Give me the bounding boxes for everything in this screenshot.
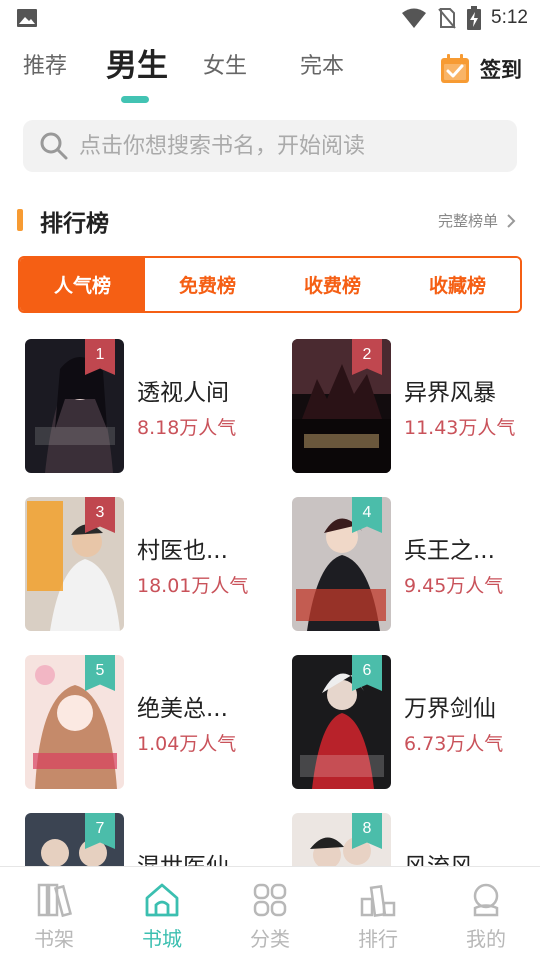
status-bar: 5:12 <box>0 0 540 36</box>
book-title: 异界风暴 <box>404 380 496 406</box>
book-cover: 1 <box>25 339 124 473</box>
section-accent-bar <box>17 209 23 231</box>
book-popularity: 9.45万人气 <box>404 575 504 597</box>
ranking-book-grid: 1 透视人间 8.18万人气 2 异界风暴 11.43万人气 3 村医也... … <box>0 339 540 867</box>
battery-charging-icon <box>467 6 482 30</box>
ranking-section-header: 排行榜 完整榜单 <box>0 200 540 240</box>
book-item[interactable]: 4 兵王之... 9.45万人气 <box>292 497 540 633</box>
search-icon <box>40 132 68 160</box>
section-title: 排行榜 <box>40 211 109 237</box>
nav-category[interactable]: 分类 <box>216 867 324 960</box>
chevron-right-icon <box>507 213 516 228</box>
profile-icon <box>473 883 499 917</box>
book-cover: 3 <box>25 497 124 631</box>
book-item[interactable]: 2 异界风暴 11.43万人气 <box>292 339 540 475</box>
book-title: 绝美总... <box>137 696 228 722</box>
rank-tab-paid[interactable]: 收费榜 <box>270 258 395 311</box>
no-sim-icon <box>438 8 456 29</box>
rank-tab-favorites[interactable]: 收藏榜 <box>395 258 520 311</box>
book-item[interactable]: 1 透视人间 8.18万人气 <box>25 339 285 475</box>
rank-tab-free[interactable]: 免费榜 <box>145 258 270 311</box>
top-tab-bar: 推荐 男生 女生 完本 签到 <box>0 44 540 104</box>
search-input[interactable] <box>79 133 499 159</box>
book-item[interactable]: 6 万界剑仙 6.73万人气 <box>292 655 540 791</box>
home-icon <box>145 883 179 917</box>
nav-profile[interactable]: 我的 <box>432 867 540 960</box>
rank-tab-popular[interactable]: 人气榜 <box>20 258 145 311</box>
ranking-podium-icon <box>360 885 396 917</box>
book-popularity: 8.18万人气 <box>137 417 237 439</box>
book-item[interactable]: 7 混世医仙 <box>25 813 285 867</box>
nav-bookstore[interactable]: 书城 <box>108 867 216 960</box>
nav-label: 我的 <box>466 927 506 951</box>
nav-label: 书城 <box>142 927 182 951</box>
book-cover: 4 <box>292 497 391 631</box>
clock-time: 5:12 <box>491 7 528 28</box>
full-ranking-link[interactable]: 完整榜单 <box>438 210 516 231</box>
nav-label: 书架 <box>34 927 74 951</box>
calendar-check-icon <box>441 54 469 83</box>
nav-ranking[interactable]: 排行 <box>324 867 432 960</box>
book-cover: 7 <box>25 813 124 867</box>
nav-label: 分类 <box>250 927 290 951</box>
book-popularity: 6.73万人气 <box>404 733 504 755</box>
bottom-navigation: 书架 书城 分类 排行 我的 <box>0 866 540 960</box>
bookshelf-icon <box>37 883 73 918</box>
active-tab-indicator <box>121 96 149 103</box>
book-cover: 8 <box>292 813 391 867</box>
tab-female[interactable]: 女生 <box>203 52 247 82</box>
checkin-button[interactable]: 签到 <box>440 54 522 84</box>
wifi-icon <box>402 8 427 28</box>
search-bar[interactable] <box>23 120 517 172</box>
ranking-tabs: 人气榜 免费榜 收费榜 收藏榜 <box>18 256 522 313</box>
book-item[interactable]: 8 风流风... <box>292 813 540 867</box>
book-popularity: 1.04万人气 <box>137 733 237 755</box>
book-cover: 6 <box>292 655 391 789</box>
tab-recommend[interactable]: 推荐 <box>23 52 67 82</box>
book-title: 万界剑仙 <box>404 696 496 722</box>
nav-label: 排行 <box>358 927 398 951</box>
book-item[interactable]: 5 绝美总... 1.04万人气 <box>25 655 285 791</box>
nav-bookshelf[interactable]: 书架 <box>0 867 108 960</box>
book-title: 村医也... <box>137 538 228 564</box>
image-notification-icon <box>17 9 37 27</box>
tab-completed[interactable]: 完本 <box>300 52 344 82</box>
full-ranking-label: 完整榜单 <box>437 212 498 230</box>
checkin-label: 签到 <box>480 58 522 82</box>
book-cover: 2 <box>292 339 391 473</box>
book-item[interactable]: 3 村医也... 18.01万人气 <box>25 497 285 633</box>
book-title: 风流风... <box>404 854 495 867</box>
book-popularity: 11.43万人气 <box>404 417 516 439</box>
book-popularity: 18.01万人气 <box>137 575 249 597</box>
tab-male[interactable]: 男生 <box>106 48 168 84</box>
book-title: 兵王之... <box>404 538 495 564</box>
book-title: 混世医仙 <box>137 854 229 867</box>
book-title: 透视人间 <box>137 380 229 406</box>
book-cover: 5 <box>25 655 124 789</box>
category-grid-icon <box>253 883 287 917</box>
